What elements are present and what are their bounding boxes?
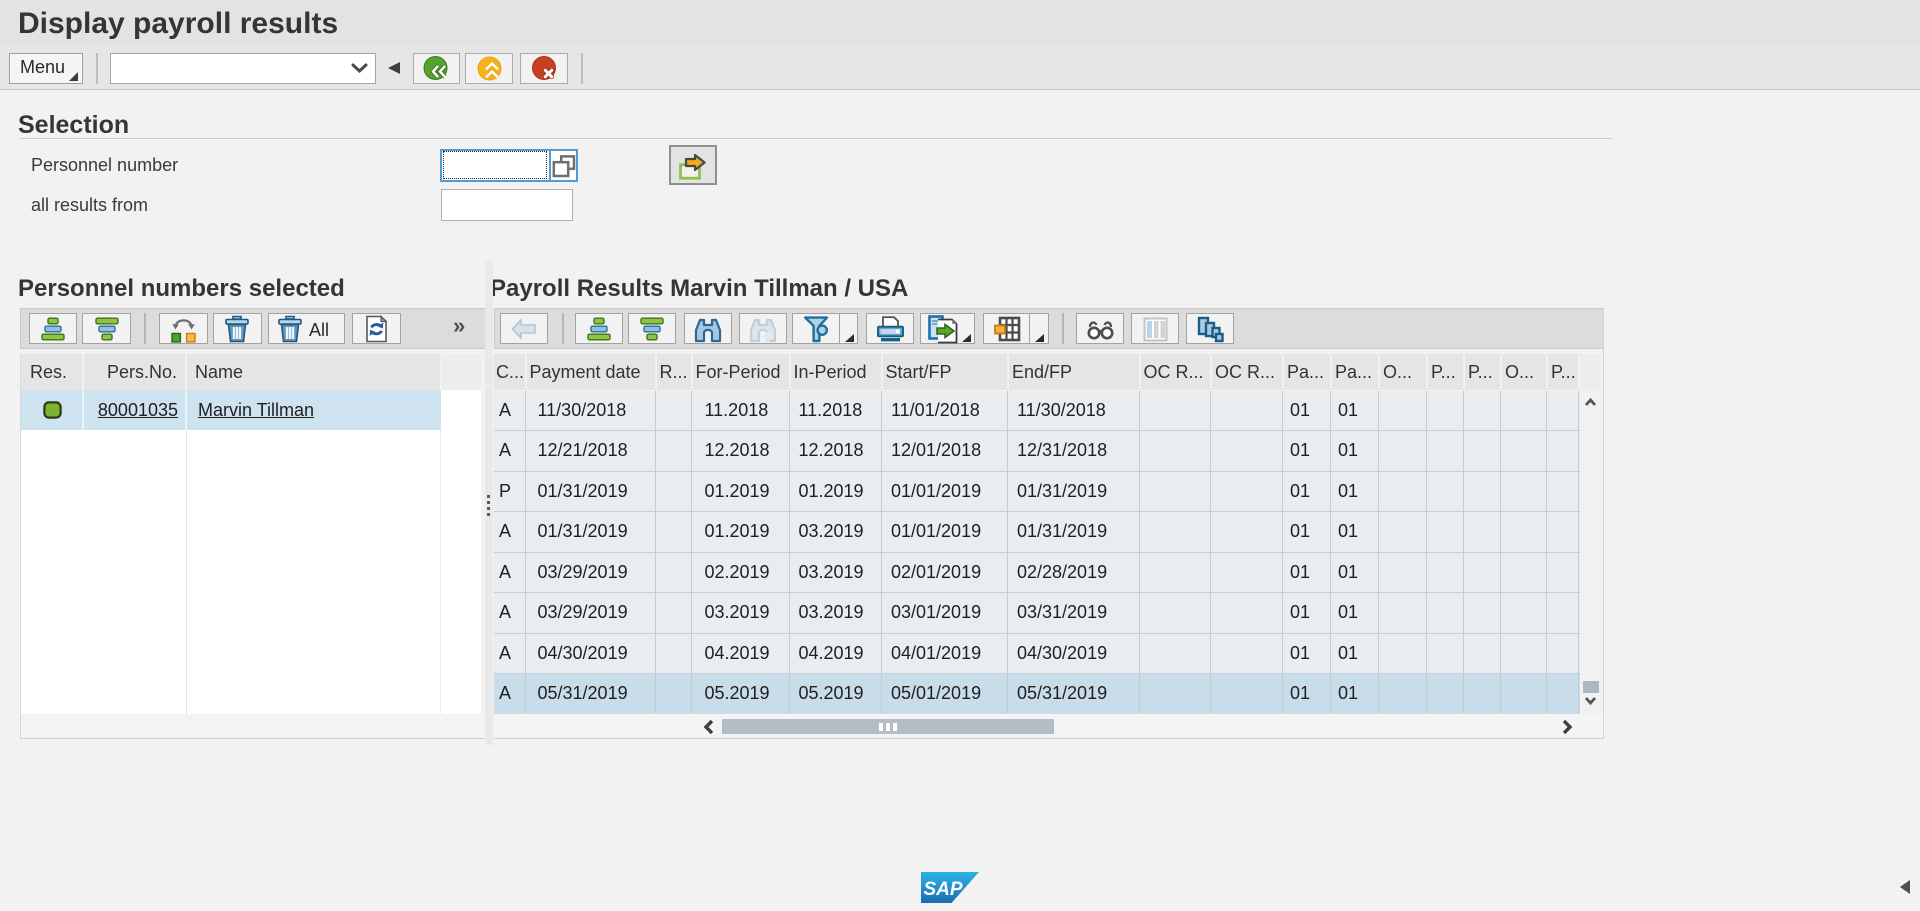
svg-text:SAP: SAP [924,879,963,900]
